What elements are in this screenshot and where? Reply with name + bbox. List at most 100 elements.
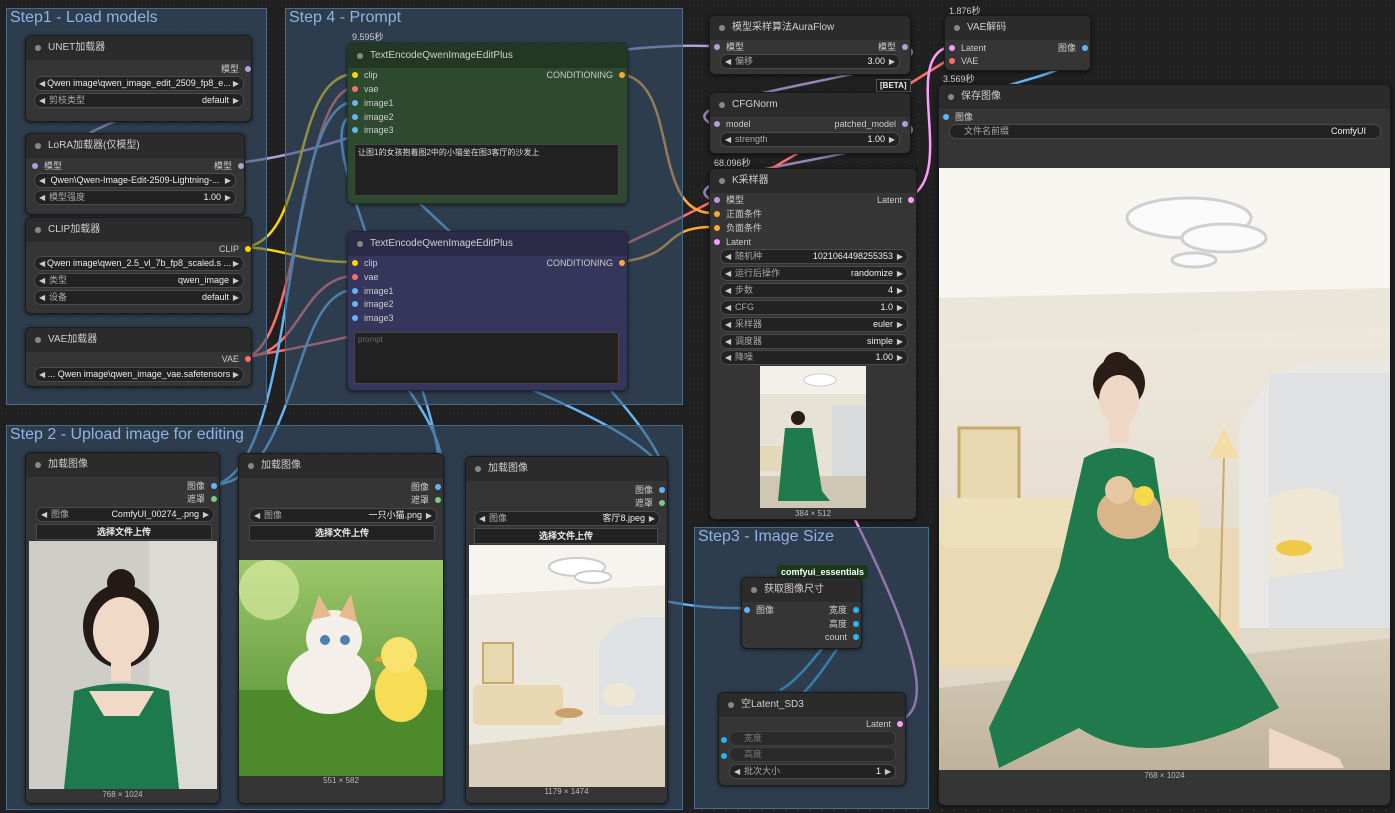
input-positive[interactable]: 正面条件	[714, 208, 762, 220]
input-image2[interactable]: image2	[352, 111, 394, 123]
slot-dot[interactable]	[714, 211, 720, 217]
slot-dot[interactable]	[1082, 45, 1088, 51]
arrow-left-icon[interactable]: ◀	[725, 335, 731, 348]
input-image1[interactable]: image1	[352, 285, 394, 297]
slot-dot[interactable]	[245, 356, 251, 362]
output-width[interactable]: 宽度	[829, 604, 859, 616]
arrow-right-icon[interactable]: ▶	[233, 291, 239, 304]
slot-dot[interactable]	[714, 44, 720, 50]
node-cfgnorm[interactable]: CFGNorm model patched_model ◀ strength 1.0…	[709, 92, 911, 154]
input-negative[interactable]: 负面条件	[714, 222, 762, 234]
arrow-left-icon[interactable]: ◀	[254, 509, 260, 522]
device-combo[interactable]: ◀ 设备 default ▶	[34, 290, 244, 305]
node-load-image-1[interactable]: 加载图像 图像 遮罩 ◀ 图像 ComfyUI_00274_.png ▶ 选择文件上传…	[25, 452, 220, 804]
slot-dot[interactable]	[902, 121, 908, 127]
arrow-right-icon[interactable]: ▶	[233, 257, 239, 270]
input-model[interactable]: 模型	[714, 194, 744, 206]
arrow-right-icon[interactable]: ▶	[426, 509, 432, 522]
node-model-sampling-auraflow[interactable]: 模型采样算法AuraFlow 模型 模型 ◀ 偏移 3.00 ▶	[709, 15, 911, 75]
input-image1[interactable]: image1	[352, 97, 394, 109]
slot-dot[interactable]	[211, 483, 217, 489]
node-save-image[interactable]: 保存图像 图像 文件名前缀 ComfyUI 768 × 1024	[938, 84, 1391, 806]
upload-button[interactable]: 选择文件上传	[36, 524, 212, 540]
slot-dot[interactable]	[352, 315, 358, 321]
arrow-left-icon[interactable]: ◀	[725, 250, 731, 263]
node-unet-loader[interactable]: UNET加载器 模型 ◀ Qwen image\qwen_image_edit_2…	[25, 35, 252, 122]
arrow-left-icon[interactable]: ◀	[41, 508, 47, 521]
filename-prefix-input[interactable]: 文件名前缀 ComfyUI	[949, 124, 1381, 139]
arrow-right-icon[interactable]: ▶	[897, 318, 903, 331]
input-image[interactable]: 图像	[943, 111, 973, 123]
slot-dot[interactable]	[721, 753, 727, 759]
node-vae-decode[interactable]: VAE解码 Latent VAE 图像	[944, 15, 1091, 71]
arrow-right-icon[interactable]: ▶	[233, 94, 239, 107]
output-image[interactable]: 图像	[635, 484, 665, 496]
slot-dot[interactable]	[897, 721, 903, 727]
image-file-combo[interactable]: ◀ 图像 客厅8.jpeg ▶	[474, 511, 660, 526]
arrow-left-icon[interactable]: ◀	[725, 284, 731, 297]
height-widget[interactable]: 高度	[729, 747, 896, 762]
arrow-left-icon[interactable]: ◀	[725, 351, 731, 364]
clip-type-combo[interactable]: ◀ 类型 qwen_image ▶	[34, 273, 244, 288]
input-model[interactable]: model	[714, 118, 751, 130]
slot-dot[interactable]	[435, 484, 441, 490]
lora-name-combo[interactable]: ◀ Qwen\Qwen-Image-Edit-2509-Lightning-...…	[34, 173, 236, 188]
arrow-left-icon[interactable]: ◀	[725, 55, 731, 68]
output-conditioning[interactable]: CONDITIONING	[547, 69, 625, 81]
image-file-combo[interactable]: ◀ 图像 一只小猫.png ▶	[249, 508, 437, 523]
arrow-right-icon[interactable]: ▶	[225, 174, 231, 187]
output-latent[interactable]: Latent	[866, 718, 903, 730]
input-model[interactable]: 模型	[714, 41, 744, 53]
slot-dot[interactable]	[659, 500, 665, 506]
arrow-right-icon[interactable]: ▶	[233, 274, 239, 287]
arrow-left-icon[interactable]: ◀	[725, 301, 731, 314]
weight-dtype-combo[interactable]: ◀ 剪枝类型 default ▶	[34, 93, 244, 108]
node-load-image-3[interactable]: 加载图像 图像 遮罩 ◀ 图像 客厅8.jpeg ▶ 选择文件上传 1179 × 14…	[465, 456, 668, 804]
slot-dot[interactable]	[659, 487, 665, 493]
output-model[interactable]: 模型	[214, 160, 244, 172]
strength-model-slider[interactable]: ◀ 模型强度 1.00 ▶	[34, 190, 236, 205]
arrow-left-icon[interactable]: ◀	[725, 318, 731, 331]
slot-dot[interactable]	[949, 45, 955, 51]
arrow-right-icon[interactable]: ▶	[233, 368, 239, 381]
slot-dot[interactable]	[352, 86, 358, 92]
slot-dot[interactable]	[853, 621, 859, 627]
slot-dot[interactable]	[352, 288, 358, 294]
node-vae-loader[interactable]: VAE加载器 VAE ◀... Qwen image\qwen_image_va…	[25, 327, 252, 387]
slot-dot[interactable]	[744, 607, 750, 613]
slot-dot[interactable]	[352, 100, 358, 106]
slot-dot[interactable]	[714, 121, 720, 127]
output-image[interactable]: 图像	[1058, 42, 1088, 54]
input-model[interactable]: 模型	[32, 160, 62, 172]
vae-name-combo[interactable]: ◀... Qwen image\qwen_image_vae.safetenso…	[34, 367, 244, 382]
output-clip[interactable]: CLIP	[219, 243, 251, 255]
batch-size-widget[interactable]: ◀ 批次大小 1 ▶	[729, 764, 896, 779]
node-clip-loader[interactable]: CLIP加载器 CLIP ◀ Qwen image\qwen_2.5_vl_7b_…	[25, 217, 252, 314]
node-load-image-2[interactable]: 加载图像 图像 遮罩 ◀ 图像 一只小猫.png ▶ 选择文件上传 551 × 582	[238, 453, 444, 804]
input-image3[interactable]: image3	[352, 312, 394, 324]
slot-dot[interactable]	[714, 225, 720, 231]
output-count[interactable]: count	[825, 631, 859, 643]
slot-dot[interactable]	[245, 66, 251, 72]
slot-dot[interactable]	[943, 114, 949, 120]
slot-dot[interactable]	[714, 197, 720, 203]
output-image[interactable]: 图像	[411, 481, 441, 493]
arrow-right-icon[interactable]: ▶	[889, 55, 895, 68]
node-lora-loader[interactable]: LoRA加载器(仅模型) 模型 模型 ◀ Qwen\Qwen-Image-Edit…	[25, 133, 245, 215]
slot-dot[interactable]	[435, 497, 441, 503]
arrow-right-icon[interactable]: ▶	[203, 508, 209, 521]
unet-name-combo[interactable]: ◀ Qwen image\qwen_image_edit_2509_fp8_e..…	[34, 76, 244, 91]
slot-dot[interactable]	[721, 737, 727, 743]
arrow-left-icon[interactable]: ◀	[39, 291, 45, 304]
arrow-left-icon[interactable]: ◀	[479, 512, 485, 525]
slot-dot[interactable]	[352, 260, 358, 266]
scheduler-widget[interactable]: ◀ 调度器 simple ▶	[720, 334, 908, 349]
clip-name-combo[interactable]: ◀ Qwen image\qwen_2.5_vl_7b_fp8_scaled.s …	[34, 256, 244, 271]
arrow-left-icon[interactable]: ◀	[725, 133, 731, 146]
arrow-left-icon[interactable]: ◀	[39, 274, 45, 287]
slot-dot[interactable]	[238, 163, 244, 169]
prompt-textarea[interactable]: prompt	[354, 332, 619, 384]
arrow-right-icon[interactable]: ▶	[897, 250, 903, 263]
node-get-image-size[interactable]: 获取图像尺寸 图像 宽度 高度 count	[741, 577, 862, 649]
slot-dot[interactable]	[619, 260, 625, 266]
